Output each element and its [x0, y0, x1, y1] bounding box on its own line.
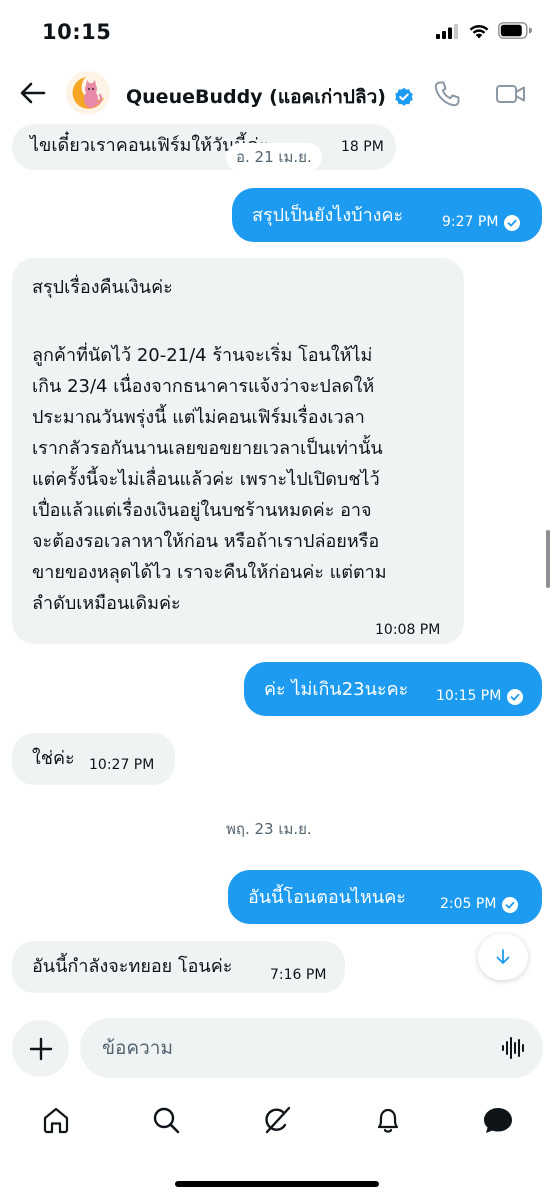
message-incoming[interactable]: อันนี้กำลังจะทยอย โอนค่ะ 7:16 PM	[12, 941, 345, 993]
message-outgoing[interactable]: อันนี้โอนตอนไหนคะ 2:05 PM	[228, 870, 542, 924]
scroll-to-bottom-button[interactable]	[478, 934, 528, 980]
message-composer	[80, 1018, 543, 1078]
contact-name: QueueBuddy (แอคเก่าปลิว)	[126, 86, 386, 108]
message-incoming[interactable]: ใช่ค่ะ 10:27 PM	[12, 733, 175, 785]
message-text: อันนี้กำลังจะทยอย โอนค่ะ	[32, 956, 233, 977]
arrow-down-icon	[496, 949, 510, 964]
notifications-icon	[377, 1108, 399, 1133]
attach-button[interactable]	[12, 1020, 69, 1077]
message-line: เปื่อแล้วแต่เรื่องเงินอยู่ในบชร้านหมดค่ะ…	[32, 500, 372, 521]
bottom-tab-bar	[0, 1095, 554, 1147]
conversation-title[interactable]: QueueBuddy (แอคเก่าปลิว)	[126, 82, 414, 112]
avatar[interactable]	[66, 71, 110, 115]
tab-messages[interactable]	[481, 1103, 515, 1137]
back-button[interactable]	[18, 78, 48, 108]
message-text: อันนี้โอนตอนไหนคะ	[248, 887, 406, 908]
search-icon	[153, 1107, 180, 1134]
conversation-header: QueueBuddy (แอคเก่าปลิว)	[0, 62, 554, 124]
voice-message-button[interactable]	[501, 1035, 527, 1061]
message-line: ลูกค้าที่นัดไว้ 20-21/4 ร้านจะเริ่ม โอนใ…	[32, 345, 373, 366]
cellular-signal-icon	[436, 23, 458, 39]
message-text: ใช่ค่ะ	[32, 748, 75, 769]
read-receipt-icon	[504, 214, 521, 231]
message-line: สรุปเรื่องคืนเงินค่ะ	[32, 277, 173, 298]
wifi-icon	[469, 24, 489, 38]
message-meta: 10:15 PM	[436, 681, 524, 712]
messages-icon	[484, 1108, 512, 1133]
status-bar: 10:15	[0, 0, 554, 60]
tab-home[interactable]	[39, 1103, 73, 1137]
home-indicator	[175, 1181, 379, 1187]
date-divider: พฤ. 23 เม.ย.	[216, 815, 322, 843]
message-time: 2:05 PM	[440, 896, 497, 912]
message-incoming[interactable]: ไขเดี๋ยวเราคอนเฟิร์มให้วันนี้ค่ะ 18 PM	[12, 124, 396, 170]
message-line: จะต้องรอเวลาหาให้ก่อน หรือถ้าเราปล่อยหรื…	[32, 531, 380, 552]
message-time: 10:15 PM	[436, 688, 502, 704]
message-text: ค่ะ ไม่เกิน23นะคะ	[264, 679, 409, 700]
date-divider: อ. 21 เม.ย.	[226, 143, 322, 171]
message-time: 9:27 PM	[442, 214, 499, 230]
message-outgoing[interactable]: ค่ะ ไม่เกิน23นะคะ 10:15 PM	[244, 662, 542, 716]
message-input[interactable]	[102, 1032, 482, 1064]
phone-icon	[434, 81, 460, 107]
battery-icon	[498, 22, 532, 39]
message-incoming-long[interactable]: สรุปเรื่องคืนเงินค่ะ ลูกค้าที่นัดไว้ 20-…	[12, 258, 464, 644]
message-outgoing[interactable]: สรุปเป็นยังไงบ้างคะ 9:27 PM	[232, 188, 542, 242]
tab-notifications[interactable]	[371, 1103, 405, 1137]
message-time: 7:16 PM	[270, 967, 327, 983]
call-button[interactable]	[432, 79, 462, 109]
message-time: 18 PM	[341, 139, 384, 155]
video-camera-icon	[496, 85, 525, 103]
read-receipt-icon	[507, 688, 524, 705]
scrollbar[interactable]	[546, 530, 550, 588]
message-time: 10:08 PM	[375, 622, 441, 638]
verified-badge-icon	[395, 87, 413, 106]
home-icon	[43, 1107, 69, 1134]
message-line: ประมาณวันพรุ่งนี้ แต่ไม่คอนเฟิร์มเรื่องเ…	[32, 407, 365, 428]
message-meta: 2:05 PM	[440, 889, 519, 920]
grok-icon	[265, 1106, 291, 1134]
voice-waveform-icon	[502, 1037, 524, 1059]
message-line: ขายของหลุดได้ไว เราจะคืนให้ก่อนค่ะ แต่ตา…	[32, 562, 387, 583]
read-receipt-icon	[502, 896, 519, 913]
back-arrow-icon	[20, 82, 46, 104]
video-call-button[interactable]	[495, 79, 527, 109]
tab-search[interactable]	[149, 1103, 183, 1137]
message-line: แต่ครั้งนี้จะไม่เลื่อนแล้วค่ะ เพราะไปเปิ…	[32, 469, 380, 490]
message-line: เรากลัวรอกันนานเลยขอขยายเวลาเป็นเท่านั้น	[32, 438, 383, 459]
plus-icon	[29, 1037, 52, 1060]
message-line: ลำดับเหมือนเดิมค่ะ	[32, 593, 181, 614]
message-meta: 9:27 PM	[442, 207, 521, 238]
status-icons	[436, 22, 532, 39]
message-time: 10:27 PM	[89, 757, 155, 773]
message-line: เกิน 23/4 เนื่องจากธนาคารแจ้งว่าจะปลดให้	[32, 376, 375, 397]
status-time: 10:15	[42, 20, 112, 44]
cat-moon-avatar-icon	[66, 71, 110, 115]
tab-grok[interactable]	[260, 1103, 294, 1137]
message-text: สรุปเป็นยังไงบ้างคะ	[252, 205, 404, 226]
